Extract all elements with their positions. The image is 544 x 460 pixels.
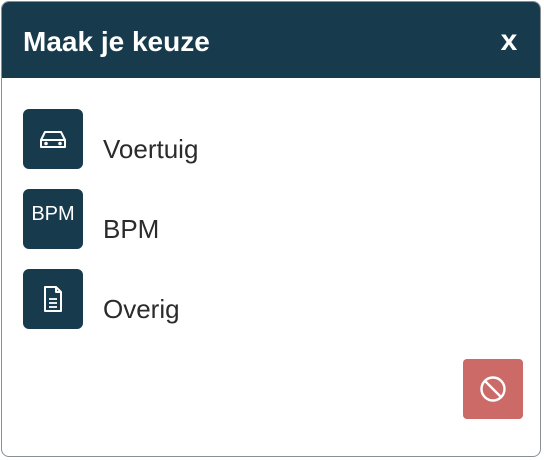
bpm-icon: BPM xyxy=(23,189,83,249)
option-voertuig[interactable]: Voertuig xyxy=(23,109,323,169)
car-icon xyxy=(23,109,83,169)
choice-dialog: Maak je keuze x Voertuig BPM BPM Overig xyxy=(1,1,541,457)
cancel-button[interactable] xyxy=(463,359,523,419)
document-icon-svg xyxy=(44,286,62,312)
option-label-voertuig: Voertuig xyxy=(103,134,199,164)
option-bpm[interactable]: BPM BPM xyxy=(23,189,323,249)
dialog-header: Maak je keuze x xyxy=(2,2,540,78)
car-icon-svg xyxy=(40,131,66,148)
option-label-overig: Overig xyxy=(103,294,180,324)
document-icon xyxy=(23,269,83,329)
option-label-bpm: BPM xyxy=(103,214,160,244)
option-overig[interactable]: Overig xyxy=(23,269,323,329)
cancel-icon xyxy=(480,376,506,402)
dialog-title: Maak je keuze xyxy=(23,26,210,57)
bpm-icon-text: BPM xyxy=(31,202,75,225)
close-button[interactable]: x xyxy=(496,26,522,56)
